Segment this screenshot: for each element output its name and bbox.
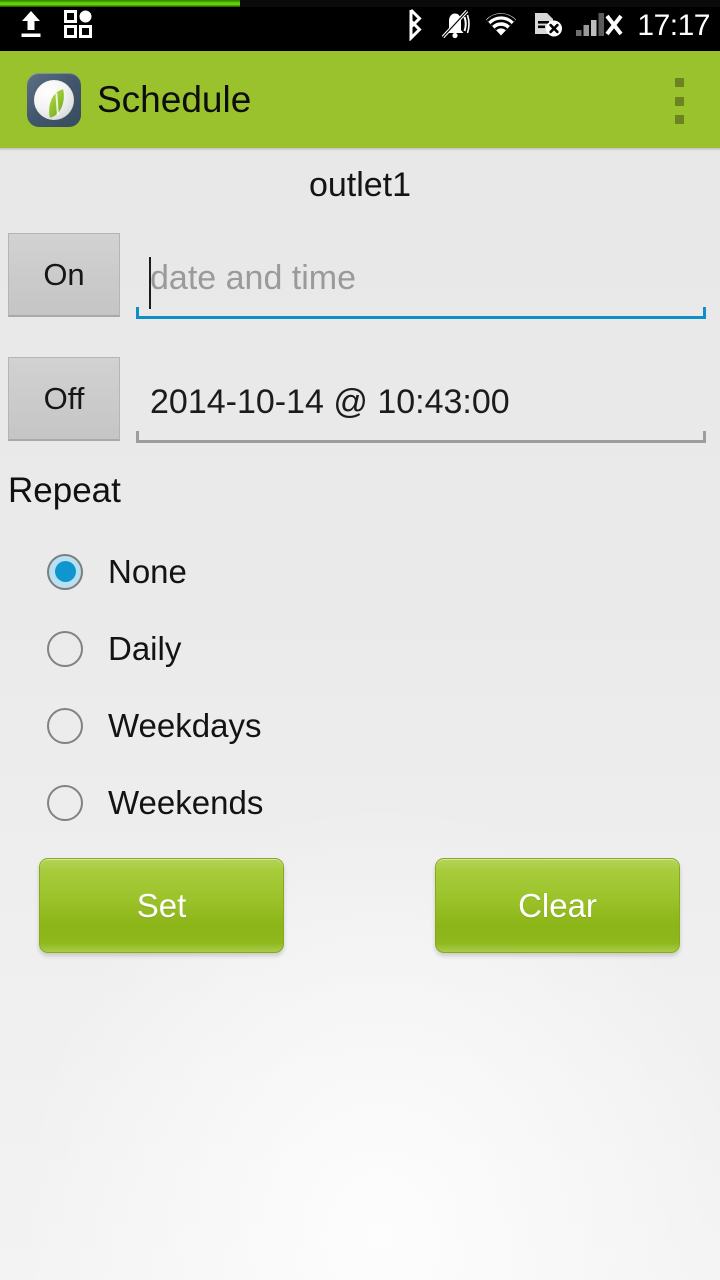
app-screen: 17:17 Schedule outlet1 On date and time [0,0,720,1280]
app-icon-disc [34,80,74,120]
leaf-app-icon[interactable] [27,73,81,127]
radio-button-icon[interactable] [47,784,83,821]
leaf-icon [44,89,69,118]
radio-label: None [108,552,187,590]
status-clock: 17:17 [637,9,710,42]
repeat-radio-group: None Daily Weekdays Weekends [0,533,720,841]
radio-label: Weekends [108,783,264,821]
underline-tick-right [703,431,706,443]
overflow-dot [674,78,684,87]
underline-bar [136,440,706,443]
radio-label: Daily [108,629,182,667]
radio-option-none[interactable]: None [0,533,720,610]
on-state-button[interactable]: On [8,233,120,317]
page-title: Schedule [97,79,252,120]
top-progress-bar [0,0,720,7]
off-state-button[interactable]: Off [8,357,120,441]
action-bar: Schedule [0,51,720,151]
overflow-dot [674,96,684,106]
signal-bars-no-service-icon [576,9,626,44]
radio-option-weekends[interactable]: Weekends [0,764,720,841]
top-progress-fill [0,0,240,7]
radio-button-icon[interactable] [47,553,83,590]
radio-option-daily[interactable]: Daily [0,610,720,687]
overflow-dot [674,115,684,124]
wifi-icon [484,10,518,43]
apps-grid-icon [64,10,92,43]
status-bar-left-icons [18,9,92,44]
main-content: outlet1 On date and time Off 2014-10-14 … [0,148,720,1280]
off-datetime-value: 2014-10-14 @ 10:43:00 [150,383,510,421]
action-button-row: Set Clear [0,858,720,963]
status-bar: 17:17 [0,0,720,51]
on-datetime-placeholder: date and time [150,259,357,297]
upload-icon [18,9,44,44]
radio-label: Weekdays [108,706,262,744]
off-datetime-field[interactable]: 2014-10-14 @ 10:43:00 [136,363,706,443]
schedule-row-off: Off 2014-10-14 @ 10:43:00 [0,357,720,447]
radio-option-weekdays[interactable]: Weekdays [0,687,720,764]
bluetooth-icon [404,7,426,46]
radio-button-icon[interactable] [47,630,83,667]
radio-button-icon[interactable] [47,707,83,744]
underline-tick-right [703,307,706,319]
on-datetime-field[interactable]: date and time [136,239,706,319]
set-button[interactable]: Set [39,858,284,953]
overflow-menu-icon[interactable] [656,75,702,127]
outlet-name-label: outlet1 [308,166,412,204]
underline-bar [136,316,706,319]
sim-card-error-icon [531,10,563,43]
on-field-underline [136,307,706,319]
schedule-row-on: On date and time [0,233,720,323]
clear-button[interactable]: Clear [435,858,680,953]
repeat-section-label: Repeat [8,471,121,510]
status-bar-right-icons: 17:17 [404,6,710,46]
vibrate-mute-icon [439,8,471,45]
off-field-underline [136,431,706,443]
